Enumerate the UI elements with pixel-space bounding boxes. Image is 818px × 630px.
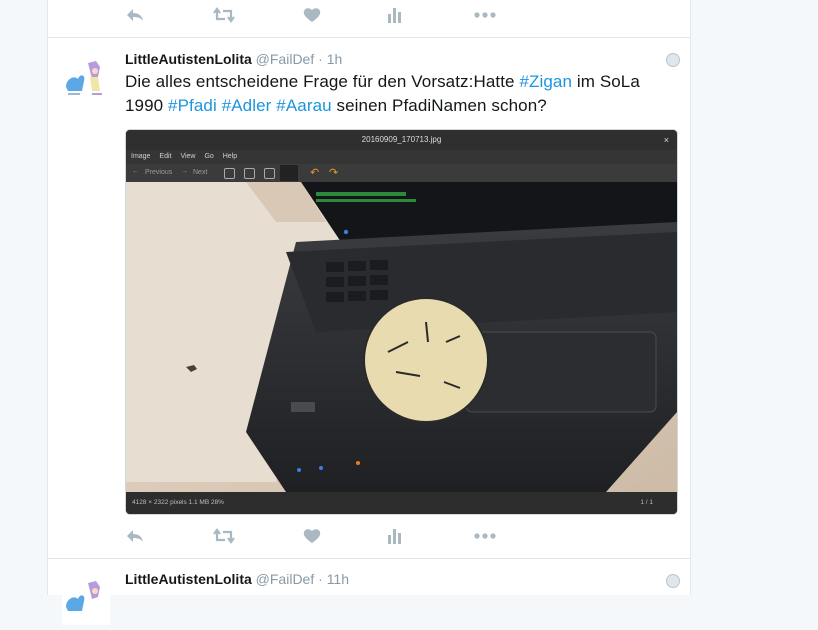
tweet-header: LittleAutistenLolita @FailDef · 11h <box>125 571 349 587</box>
hashtag-link[interactable]: #Aarau <box>276 96 331 115</box>
prev-arrow-icon: ← <box>132 168 139 175</box>
heart-icon[interactable] <box>299 2 325 28</box>
retweet-icon[interactable] <box>211 2 237 28</box>
heart-icon[interactable] <box>299 523 325 549</box>
menu-go: Go <box>204 153 214 160</box>
more-icon[interactable] <box>472 523 498 549</box>
text-part: Die alles entscheidene Frage für den Vor… <box>125 72 520 91</box>
more-icon[interactable] <box>472 2 498 28</box>
timestamp[interactable]: 11h <box>327 571 349 587</box>
viewer-title-bar: 20160909_170713.jpg × <box>126 130 677 150</box>
viewer-status-bar: 4128 × 2322 pixels 1.1 MB 28% 1 / 1 <box>126 492 677 514</box>
divider <box>48 37 690 38</box>
hashtag-link[interactable]: #Adler <box>222 96 272 115</box>
timestamp[interactable]: 1h <box>327 51 343 67</box>
timeline-column: LittleAutistenLolita @FailDef · 1h Die a… <box>47 0 691 625</box>
avatar[interactable] <box>62 577 110 625</box>
menu-image: Image <box>131 153 151 160</box>
globe-icon <box>666 574 680 588</box>
zoom-fit-icon <box>280 165 298 181</box>
image-counter: 1 / 1 <box>640 499 653 506</box>
viewer-menu: Image Edit View Go Help <box>126 150 677 164</box>
divider <box>48 558 690 559</box>
author-handle[interactable]: @FailDef <box>256 571 315 587</box>
separator-dot: · <box>318 571 323 587</box>
tweet-actions <box>48 521 690 555</box>
menu-view: View <box>180 153 196 160</box>
zoom-out-icon <box>244 168 255 179</box>
author-name[interactable]: LittleAutistenLolita <box>125 51 252 67</box>
bar-chart-icon[interactable] <box>382 2 408 28</box>
next-arrow-icon: → <box>181 168 188 175</box>
image-info: 4128 × 2322 pixels 1.1 MB 28% <box>132 499 224 506</box>
media-image[interactable]: 20160909_170713.jpg × Image Edit View Go … <box>125 129 678 515</box>
rotate-right-icon: ↷ <box>329 167 339 179</box>
text-part: seinen PfadiNamen schon? <box>331 96 547 115</box>
photo <box>126 182 677 492</box>
prev-label: Previous <box>145 169 173 176</box>
tweet-actions-top <box>48 0 690 34</box>
bar-chart-icon[interactable] <box>382 523 408 549</box>
reply-icon[interactable] <box>122 2 148 28</box>
author-name[interactable]: LittleAutistenLolita <box>125 571 252 587</box>
zoom-normal-icon <box>264 168 275 179</box>
hashtag-link[interactable]: #Zigan <box>519 72 572 91</box>
tweet-header: LittleAutistenLolita @FailDef · 1h <box>125 51 342 67</box>
separator-dot: · <box>318 51 323 67</box>
menu-help: Help <box>222 153 238 160</box>
tweet-text: Die alles entscheidene Frage für den Vor… <box>125 70 675 118</box>
globe-icon <box>666 53 680 67</box>
hashtag-link[interactable]: #Pfadi <box>168 96 217 115</box>
viewer-title: 20160909_170713.jpg <box>361 135 442 144</box>
viewer-toolbar: ← Previous → Next ↶ ↷ <box>126 164 677 182</box>
reply-icon[interactable] <box>122 523 148 549</box>
close-icon: × <box>663 135 669 145</box>
avatar[interactable] <box>62 57 110 105</box>
menu-edit: Edit <box>159 153 172 160</box>
retweet-icon[interactable] <box>211 523 237 549</box>
next-label: Next <box>193 169 208 176</box>
author-handle[interactable]: @FailDef <box>256 51 315 67</box>
rotate-left-icon: ↶ <box>310 167 320 179</box>
zoom-in-icon <box>224 168 235 179</box>
